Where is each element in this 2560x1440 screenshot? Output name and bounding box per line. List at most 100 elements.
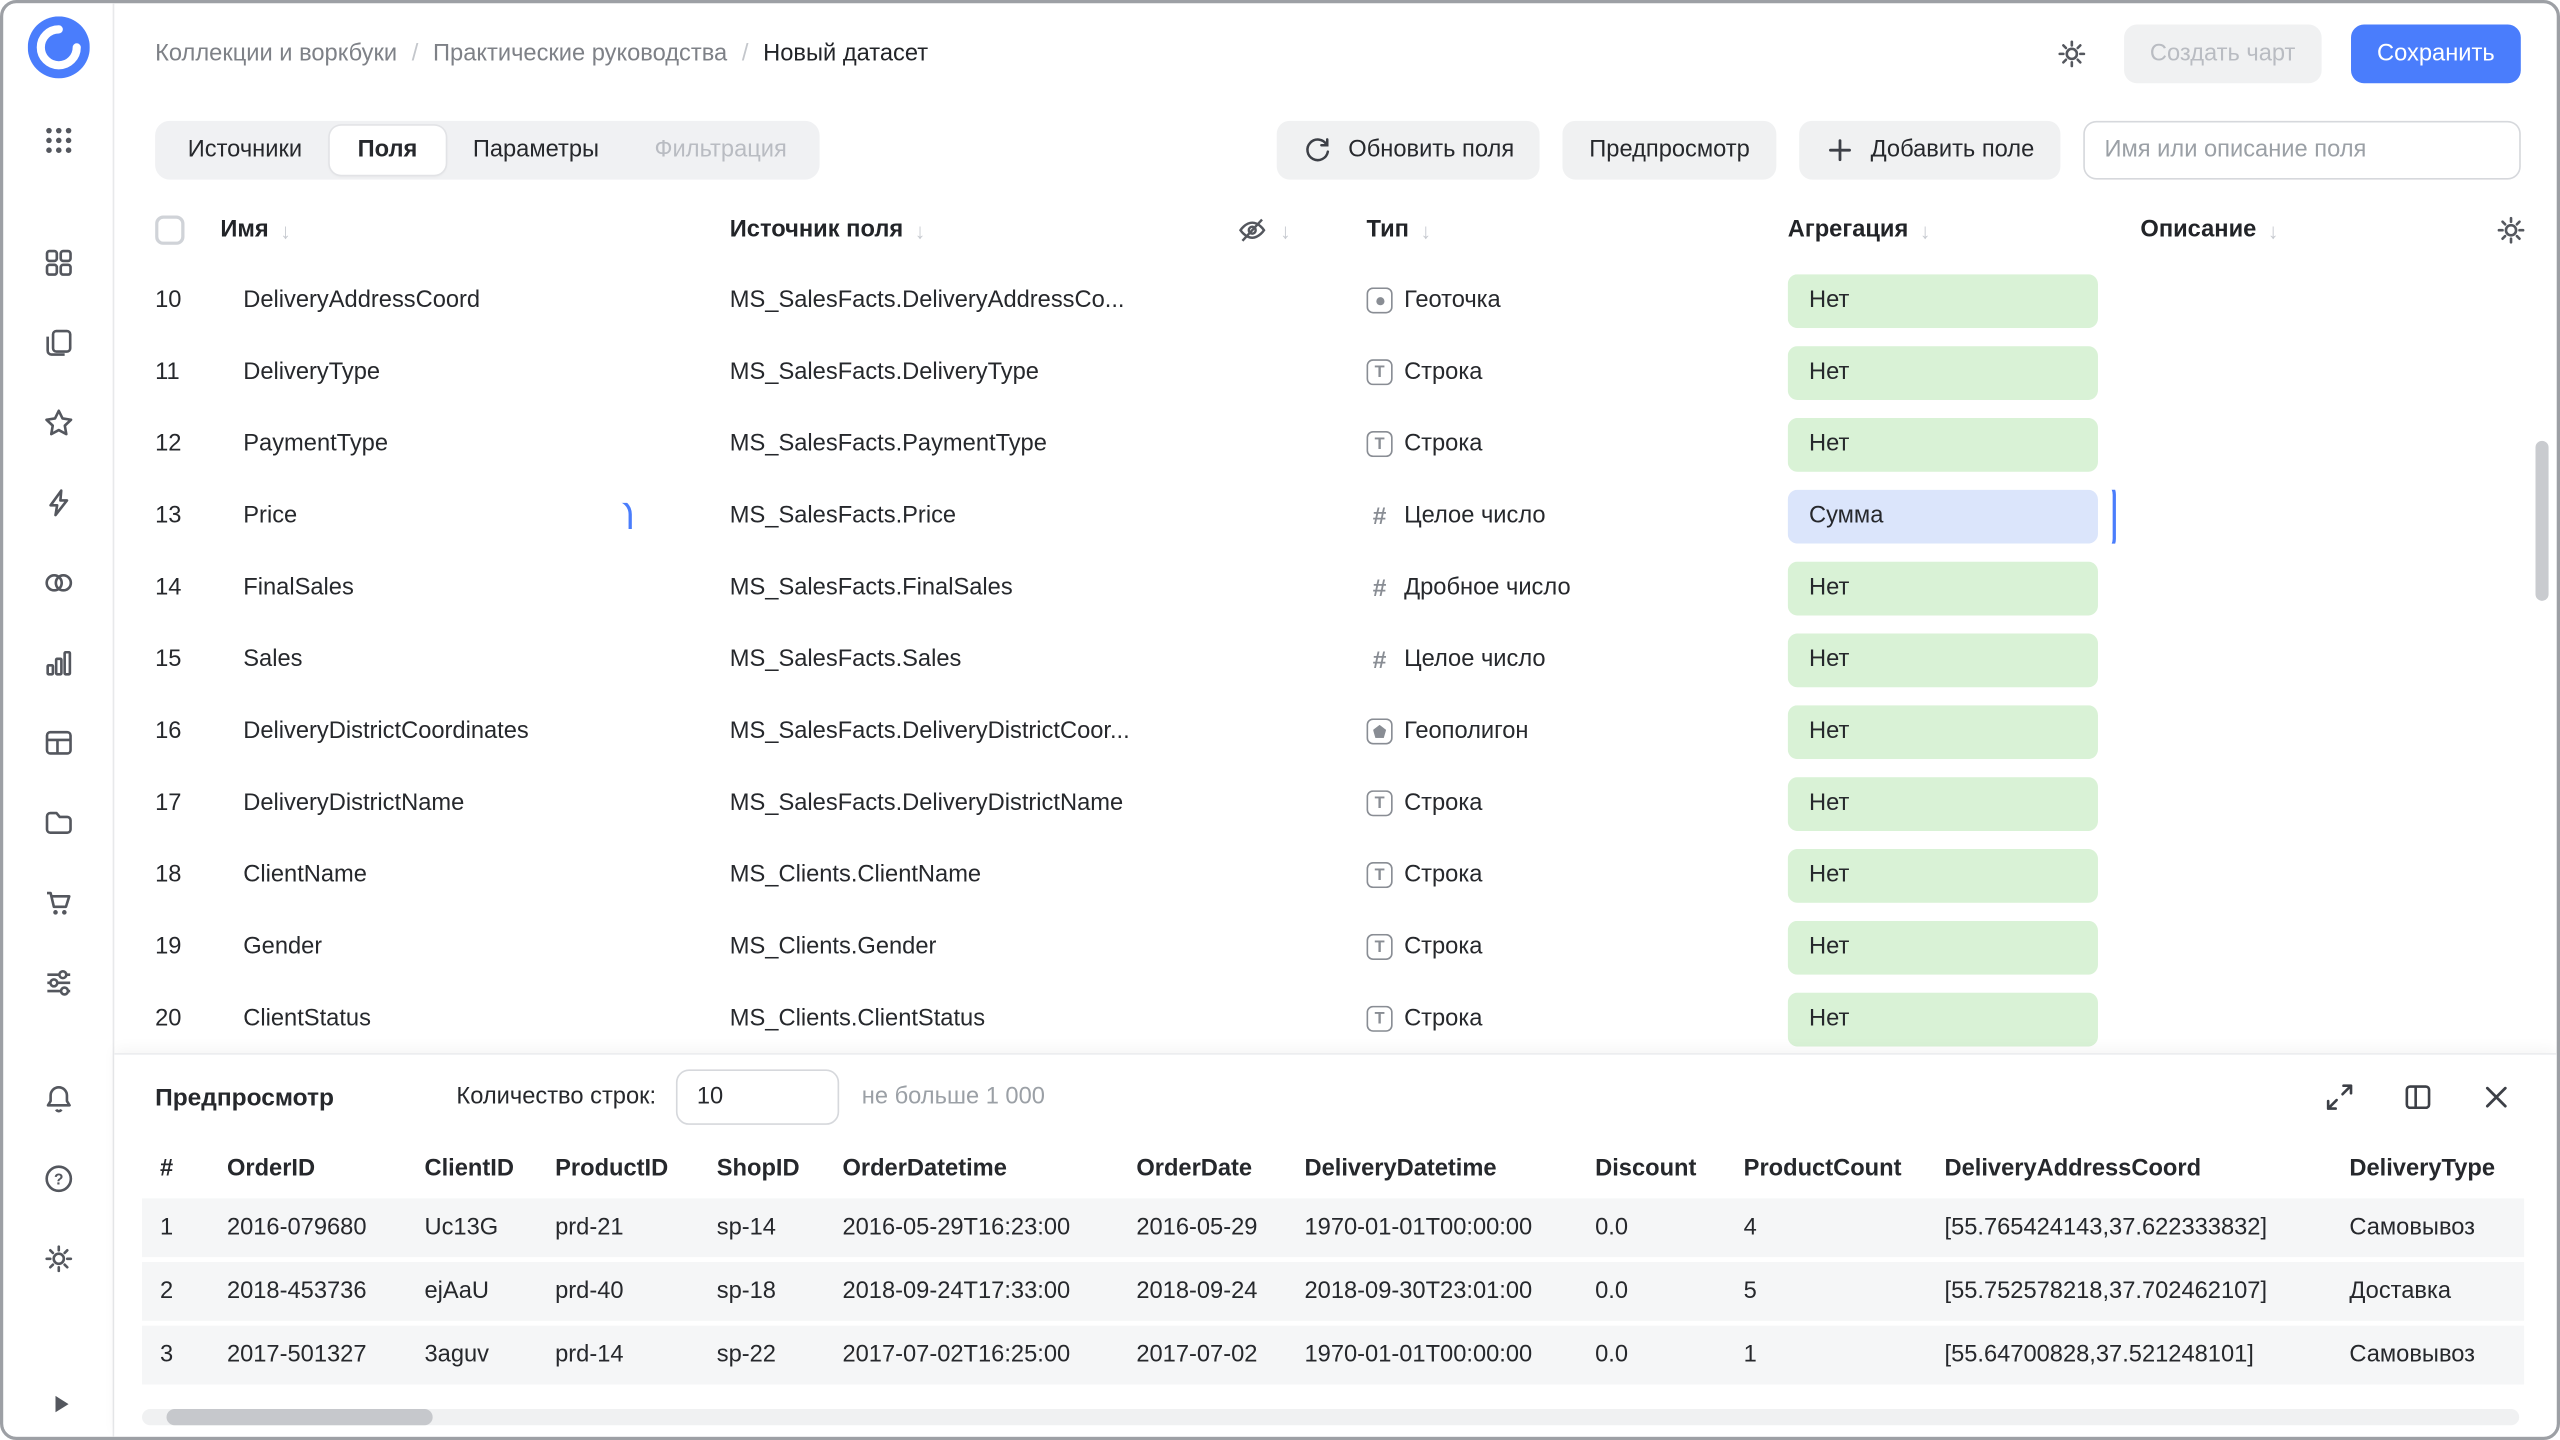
field-type-select[interactable]: # Целое число	[1367, 646, 1788, 674]
field-name[interactable]: Gender	[243, 934, 322, 960]
field-type-select[interactable]: Геоточка	[1366, 287, 1788, 314]
preview-column-header: DeliveryDatetime	[1304, 1155, 1497, 1183]
row-count-input[interactable]	[675, 1069, 839, 1125]
dataset-settings-gear-icon[interactable]	[2049, 31, 2095, 77]
dashboards-icon[interactable]	[42, 247, 75, 280]
field-type-select[interactable]: # Целое число	[1367, 502, 1788, 530]
field-aggregation-cell: Нет	[1787, 273, 2141, 328]
field-source: MS_SalesFacts.DeliveryType	[729, 359, 1039, 386]
horizontal-scrollbar[interactable]	[142, 1408, 2520, 1426]
files-icon[interactable]	[42, 807, 75, 840]
column-header-description[interactable]: Описание	[2140, 217, 2256, 243]
preview-controls	[2322, 1079, 2515, 1115]
field-name[interactable]: FinalSales	[243, 575, 354, 601]
apps-grid-icon[interactable]	[42, 124, 75, 157]
string-type-icon: T	[1366, 1005, 1393, 1032]
field-row-number: 16	[155, 718, 182, 745]
charts-icon[interactable]	[42, 647, 75, 680]
field-name[interactable]: Price	[243, 503, 297, 529]
workbooks-icon[interactable]	[42, 327, 75, 360]
split-panel-icon[interactable]	[2400, 1079, 2436, 1115]
aggregation-select[interactable]: Нет	[1787, 848, 2098, 903]
preview-cell: sp-14	[716, 1214, 776, 1241]
aggregation-select[interactable]: Нет	[1787, 273, 2098, 328]
breadcrumb-separator: /	[741, 40, 749, 67]
field-type-select[interactable]: T Строка	[1366, 790, 1788, 817]
field-name[interactable]: DeliveryDistrictCoordinates	[243, 718, 528, 744]
field-type-select[interactable]: T Строка	[1366, 1005, 1788, 1032]
field-row[interactable]: 19 Gender MS_Clients.Gender T Строка Нет	[155, 911, 2557, 983]
tab-sources[interactable]: Источники	[160, 126, 330, 175]
aggregation-select[interactable]: Нет	[1787, 417, 2098, 472]
create-chart-button[interactable]: Создать чарт	[2123, 24, 2322, 84]
sidebar-collapse-arrow-icon[interactable]	[46, 1388, 79, 1421]
datasets-icon[interactable]	[42, 727, 75, 760]
field-row[interactable]: 12 PaymentType MS_SalesFacts.PaymentType T С…	[155, 408, 2557, 480]
field-name[interactable]: DeliveryType	[243, 359, 380, 385]
select-all-checkbox[interactable]	[155, 215, 185, 245]
field-row[interactable]: 10 DeliveryAddressCoord MS_SalesFacts.Deli…	[155, 264, 2557, 336]
field-row[interactable]: 20 ClientStatus MS_Clients.ClientStatus T Ст…	[155, 983, 2557, 1053]
field-name[interactable]: ClientStatus	[243, 1006, 371, 1032]
field-type-select[interactable]: T Строка	[1366, 862, 1788, 889]
tab-fields[interactable]: Поля	[329, 125, 446, 175]
add-field-button[interactable]: Добавить поле	[1798, 120, 2061, 180]
aggregation-select[interactable]: Нет	[1787, 991, 2098, 1046]
field-search-input[interactable]	[2083, 120, 2521, 180]
aggregation-select[interactable]: Нет	[1787, 632, 2098, 687]
field-type-select[interactable]: T Строка	[1366, 933, 1788, 960]
breadcrumb-guides[interactable]: Практические руководства	[433, 41, 727, 67]
breadcrumb-collections[interactable]: Коллекции и воркбуки	[155, 41, 397, 67]
save-button[interactable]: Сохранить	[2350, 24, 2521, 84]
preview-toggle-button[interactable]: Предпросмотр	[1563, 120, 1776, 180]
column-header-source[interactable]: Источник поля	[730, 217, 903, 243]
notifications-bell-icon[interactable]	[42, 1082, 75, 1115]
column-header-name[interactable]: Имя	[220, 217, 268, 243]
string-type-icon: T	[1366, 862, 1393, 889]
field-name[interactable]: ClientName	[243, 862, 367, 888]
refresh-fields-button[interactable]: Обновить поля	[1276, 120, 1541, 180]
field-row[interactable]: 18 ClientName MS_Clients.ClientName T Строка…	[155, 839, 2557, 911]
column-header-type[interactable]: Тип	[1367, 217, 1409, 243]
tab-filtering[interactable]: Фильтрация	[627, 126, 815, 175]
aggregation-select[interactable]: Нет	[1787, 776, 2098, 831]
connections-icon[interactable]	[42, 567, 75, 600]
toolbar-actions: Обновить поля Предпросмотр Добавить поле	[1276, 120, 2521, 180]
functions-icon[interactable]	[42, 487, 75, 520]
aggregation-select[interactable]: Нет	[1787, 704, 2098, 759]
field-type-select[interactable]: # Дробное число	[1367, 574, 1788, 602]
marketplace-icon[interactable]	[42, 887, 75, 920]
field-row[interactable]: 14 FinalSales MS_SalesFacts.FinalSales # Дро…	[155, 552, 2557, 624]
aggregation-select[interactable]: Сумма	[1787, 488, 2098, 543]
tab-parameters[interactable]: Параметры	[445, 126, 627, 175]
field-name[interactable]: DeliveryDistrictName	[243, 790, 464, 816]
field-row[interactable]: 17 DeliveryDistrictName MS_SalesFacts.Deli…	[155, 767, 2557, 839]
datalens-logo[interactable]	[27, 16, 90, 79]
field-row[interactable]: 15 Sales MS_SalesFacts.Sales # Целое число Не…	[155, 624, 2557, 696]
expand-preview-icon[interactable]	[2322, 1079, 2358, 1115]
field-type-select[interactable]: Геополигон	[1366, 718, 1788, 745]
horizontal-scrollbar-thumb[interactable]	[166, 1408, 433, 1426]
help-icon[interactable]: ?	[42, 1162, 75, 1195]
field-row[interactable]: 16 DeliveryDistrictCoordinates MS_SalesFac…	[155, 696, 2557, 768]
vertical-scrollbar-thumb[interactable]	[2535, 440, 2549, 601]
field-name[interactable]: DeliveryAddressCoord	[243, 287, 480, 313]
field-row[interactable]: 13 Price MS_SalesFacts.Price # Целое число Су…	[155, 480, 2557, 552]
aggregation-select[interactable]: Нет	[1787, 560, 2098, 615]
aggregation-select[interactable]: Нет	[1787, 345, 2098, 400]
aggregation-select[interactable]: Нет	[1787, 919, 2098, 974]
close-preview-icon[interactable]	[2478, 1079, 2514, 1115]
preview-cell: 4	[1743, 1214, 1757, 1241]
column-header-aggregation[interactable]: Агрегация	[1788, 217, 1909, 243]
field-name[interactable]: Sales	[243, 647, 302, 673]
field-type-select[interactable]: T Строка	[1366, 359, 1788, 386]
columns-settings-gear-icon[interactable]	[2488, 207, 2534, 253]
services-settings-icon[interactable]	[42, 967, 75, 1000]
field-name[interactable]: PaymentType	[243, 431, 388, 457]
settings-gear-icon[interactable]	[42, 1242, 75, 1275]
visibility-eye-off-icon[interactable]	[1236, 214, 1269, 247]
favorites-icon[interactable]	[42, 407, 75, 440]
field-row[interactable]: 11 DeliveryType MS_SalesFacts.DeliveryType…	[155, 336, 2557, 408]
field-type-select[interactable]: T Строка	[1366, 431, 1788, 458]
field-row-number: 12	[155, 431, 182, 458]
